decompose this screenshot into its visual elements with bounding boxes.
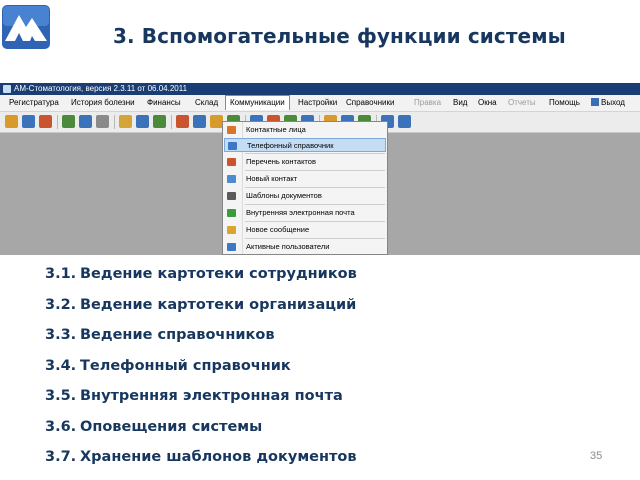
dropdown-separator <box>245 238 385 239</box>
menu-item-communications[interactable]: Коммуникации <box>225 95 290 110</box>
dropdown-item-new-contact[interactable]: Новый контакт <box>224 172 386 186</box>
toolbar-separator <box>171 115 172 129</box>
menu-item-settings[interactable]: Настройки <box>298 95 337 110</box>
toolbar-button-icon[interactable] <box>79 115 92 128</box>
slide-title: 3. Вспомогательные функции системы <box>113 24 566 48</box>
list-item: 3.6. Оповещения системы <box>45 417 357 448</box>
list-item: 3.1. Ведение картотеки сотрудников <box>45 264 357 295</box>
dropdown-item-label: Новый контакт <box>246 174 298 183</box>
toolbar-button-icon[interactable] <box>153 115 166 128</box>
menu-item-windows[interactable]: Окна <box>478 95 497 110</box>
toolbar-separator <box>57 115 58 129</box>
list-item-text: Телефонный справочник <box>80 357 291 374</box>
app-titlebar: АМ-Стоматология, версия 2.3.11 от 06.04.… <box>0 83 640 95</box>
dropdown-item-active-users[interactable]: Активные пользователи <box>224 240 386 254</box>
dropdown-item-label: Шаблоны документов <box>246 191 322 200</box>
list-item-text: Оповещения системы <box>80 418 263 435</box>
active-users-icon <box>227 243 236 251</box>
menu-item-medical-history[interactable]: История болезни <box>71 95 135 110</box>
toolbar-button-icon[interactable] <box>62 115 75 128</box>
exit-icon <box>591 98 599 106</box>
list-item-text: Внутренняя электронная почта <box>80 388 343 404</box>
menubar: Регистратура История болезни Финансы Скл… <box>0 95 640 112</box>
dropdown-separator <box>245 153 385 154</box>
menu-item-exit-label: Выход <box>601 98 625 107</box>
list-item-number: 3.4. <box>45 357 77 374</box>
dropdown-item-new-message[interactable]: Новое сообщение <box>224 223 386 237</box>
dropdown-item-label: Перечень контактов <box>246 157 316 166</box>
dropdown-item-label: Активные пользователи <box>246 242 330 251</box>
communications-dropdown-menu: Контактные лица Телефонный справочник Пе… <box>222 121 388 255</box>
phonebook-icon <box>228 142 237 150</box>
menu-item-references[interactable]: Справочники <box>346 95 394 110</box>
dropdown-item-label: Внутренняя электронная почта <box>246 208 355 217</box>
dropdown-item-phonebook[interactable]: Телефонный справочник <box>224 138 386 152</box>
list-item-number: 3.5. <box>45 388 77 404</box>
list-item: 3.5. Внутренняя электронная почта <box>45 386 357 417</box>
dropdown-separator <box>245 170 385 171</box>
new-message-icon <box>227 226 236 234</box>
menu-item-view[interactable]: Вид <box>453 95 467 110</box>
app-window-title: АМ-Стоматология, версия 2.3.11 от 06.04.… <box>14 84 188 93</box>
document-templates-icon <box>227 192 236 200</box>
dropdown-item-label: Телефонный справочник <box>247 141 334 150</box>
menu-item-registration[interactable]: Регистратура <box>9 95 59 110</box>
list-item-text: Ведение картотеки организаций <box>80 296 357 313</box>
contacts-icon <box>227 126 236 134</box>
dropdown-separator <box>245 221 385 222</box>
list-item-number: 3.6. <box>45 418 77 435</box>
dropdown-item-internal-mail[interactable]: Внутренняя электронная почта <box>224 206 386 220</box>
list-item-number: 3.7. <box>45 449 77 465</box>
toolbar-button-icon[interactable] <box>96 115 109 128</box>
dropdown-item-document-templates[interactable]: Шаблоны документов <box>224 189 386 203</box>
dropdown-separator <box>245 204 385 205</box>
contact-list-icon <box>227 158 236 166</box>
dropdown-item-contact-list[interactable]: Перечень контактов <box>224 155 386 169</box>
toolbar-button-icon[interactable] <box>119 115 132 128</box>
toolbar-button-icon[interactable] <box>5 115 18 128</box>
list-item: 3.7. Хранение шаблонов документов <box>45 447 357 478</box>
page-number: 35 <box>590 450 603 462</box>
app-icon <box>3 85 11 93</box>
toolbar-separator <box>114 115 115 129</box>
menu-item-reports[interactable]: Отчеты <box>508 95 536 110</box>
dropdown-item-contacts[interactable]: Контактные лица <box>224 123 386 137</box>
list-item: 3.4. Телефонный справочник <box>45 356 357 387</box>
list-item: 3.3. Ведение справочников <box>45 325 357 356</box>
toolbar-button-icon[interactable] <box>176 115 189 128</box>
menu-item-edit[interactable]: Правка <box>414 95 441 110</box>
functions-list: 3.1. Ведение картотеки сотрудников 3.2. Ве… <box>45 264 357 478</box>
dropdown-item-label: Контактные лица <box>246 125 306 134</box>
menu-item-warehouse[interactable]: Склад <box>195 95 218 110</box>
internal-mail-icon <box>227 209 236 217</box>
menu-item-exit[interactable]: Выход <box>591 95 625 110</box>
new-contact-icon <box>227 175 236 183</box>
list-item: 3.2. Ведение картотеки организаций <box>45 295 357 326</box>
list-item-number: 3.1. <box>45 266 77 282</box>
am-mountain-logo-icon <box>2 5 50 49</box>
list-item-text: Ведение картотеки сотрудников <box>80 266 357 282</box>
dropdown-item-label: Новое сообщение <box>246 225 310 234</box>
list-item-number: 3.2. <box>45 296 77 313</box>
dropdown-separator <box>245 187 385 188</box>
menu-item-help[interactable]: Помощь <box>549 95 580 110</box>
menu-item-finance[interactable]: Финансы <box>147 95 181 110</box>
toolbar-button-icon[interactable] <box>22 115 35 128</box>
toolbar-button-icon[interactable] <box>39 115 52 128</box>
list-item-text: Хранение шаблонов документов <box>80 449 357 465</box>
list-item-number: 3.3. <box>45 327 77 343</box>
toolbar-button-icon[interactable] <box>136 115 149 128</box>
list-item-text: Ведение справочников <box>80 327 275 343</box>
toolbar-button-icon[interactable] <box>398 115 411 128</box>
toolbar-button-icon[interactable] <box>193 115 206 128</box>
